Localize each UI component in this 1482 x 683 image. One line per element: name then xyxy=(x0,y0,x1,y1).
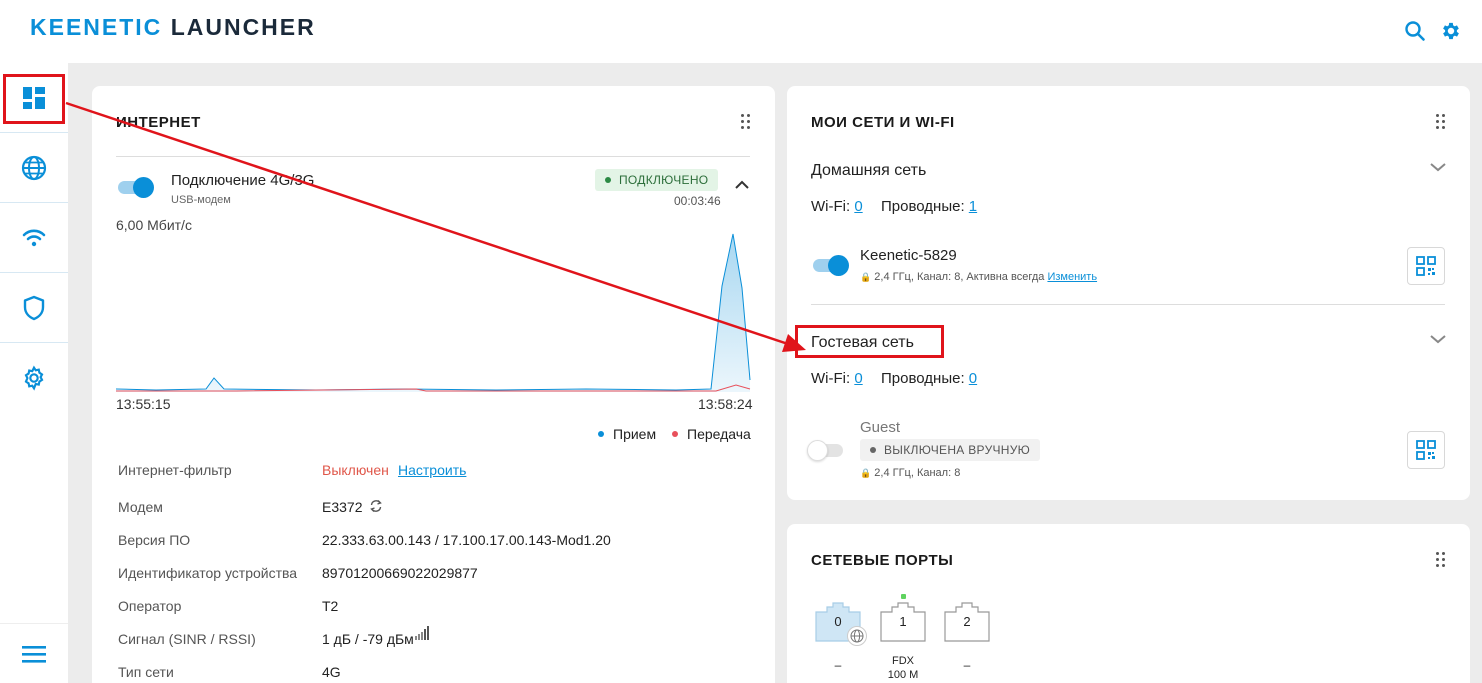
wifi-icon xyxy=(22,229,46,246)
info-row-label: Версия ПО xyxy=(118,532,191,548)
filter-label: Интернет-фильтр xyxy=(118,462,232,478)
sidebar-menu-toggle[interactable] xyxy=(0,623,68,683)
connection-name: Подключение 4G/3G xyxy=(171,172,315,189)
drag-handle-icon[interactable] xyxy=(1436,114,1446,130)
info-row-label: Идентификатор устройства xyxy=(118,565,298,581)
home-wired-count: Проводные: 1 xyxy=(881,198,978,215)
status-badge: ПОДКЛЮЧЕНО xyxy=(595,169,719,191)
annotation-box-guest-network xyxy=(795,325,944,358)
internet-card: ИНТЕРНЕТ Подключение 4G/3G USB-модем ПОД… xyxy=(92,86,775,683)
legend-tx: Передача xyxy=(672,426,751,442)
edit-wifi-link[interactable]: Изменить xyxy=(1047,271,1097,283)
qr-code-button[interactable] xyxy=(1407,431,1445,469)
home-wifi-count-link[interactable]: 0 xyxy=(854,198,862,215)
chart-time-start: 13:55:15 xyxy=(116,396,171,412)
guest-wired-count: Проводные: 0 xyxy=(881,370,978,387)
port-1-duplex: FDX xyxy=(892,655,914,667)
info-row-label: Сигнал (SINR / RSSI) xyxy=(118,631,256,647)
guest-wired-count-link[interactable]: 0 xyxy=(969,370,977,387)
home-network-name: Домашняя сеть xyxy=(811,162,927,179)
gear-icon xyxy=(24,365,44,391)
info-row-value: 4G xyxy=(322,664,341,680)
sidebar xyxy=(0,63,68,683)
connection-type: USB-модем xyxy=(171,194,231,206)
qr-code-button[interactable] xyxy=(1407,247,1445,285)
info-row-value: E3372 xyxy=(322,499,363,515)
shield-icon xyxy=(23,295,45,320)
home-ssid: Keenetic-5829 xyxy=(860,247,957,264)
guest-status-badge: ВЫКЛЮЧЕНА ВРУЧНУЮ xyxy=(860,439,1041,461)
top-bar: KEENETIC LAUNCHER xyxy=(0,0,1482,63)
sidebar-item-settings[interactable] xyxy=(0,343,68,413)
guest-wifi-toggle[interactable] xyxy=(807,439,845,461)
port-2-status: – xyxy=(963,658,971,672)
port-link-indicator xyxy=(901,594,906,599)
globe-icon xyxy=(21,155,47,180)
guest-ssid: Guest xyxy=(860,419,901,436)
traffic-chart xyxy=(116,233,751,392)
info-row-label: Модем xyxy=(118,499,163,515)
info-row-value: 1 дБ / -79 дБм xyxy=(322,631,414,647)
rx-area xyxy=(116,236,750,392)
drag-handle-icon[interactable] xyxy=(1436,552,1446,568)
signal-bars-icon xyxy=(415,626,431,645)
divider xyxy=(811,304,1445,305)
chart-time-end: 13:58:24 xyxy=(698,396,753,412)
networks-card-title: МОИ СЕТИ И WI-FI xyxy=(811,114,955,131)
settings-gear-icon[interactable] xyxy=(1438,18,1464,44)
qr-code-icon xyxy=(1416,440,1436,460)
networks-card: МОИ СЕТИ И WI-FI Домашняя сеть Wi-Fi: 0 … xyxy=(787,86,1470,500)
expand-chevron-down-icon[interactable] xyxy=(1429,160,1447,178)
port-1[interactable]: 1 xyxy=(880,602,926,642)
sidebar-item-internet[interactable] xyxy=(0,133,68,203)
guest-wifi-details: 🔒 2,4 ГГц, Канал: 8 xyxy=(860,467,961,479)
guest-wifi-count: Wi-Fi: 0 xyxy=(811,370,863,387)
sidebar-item-wifi[interactable] xyxy=(0,203,68,273)
port-1-speed: 100 M xyxy=(887,669,919,681)
info-row-value: T2 xyxy=(322,598,339,614)
app-logo[interactable]: KEENETIC LAUNCHER xyxy=(30,14,316,41)
home-wifi-count: Wi-Fi: 0 xyxy=(811,198,863,215)
port-2[interactable]: 2 xyxy=(944,602,990,642)
annotation-box-dashboard xyxy=(3,74,65,124)
port-0[interactable]: 0 xyxy=(815,602,867,646)
legend-rx: Прием xyxy=(598,426,656,442)
guest-wifi-count-link[interactable]: 0 xyxy=(854,370,862,387)
connection-toggle[interactable] xyxy=(116,176,154,198)
sidebar-item-security[interactable] xyxy=(0,273,68,343)
home-wired-count-link[interactable]: 1 xyxy=(969,198,977,215)
port-0-status: – xyxy=(834,658,842,672)
info-row-value: 89701200669022029877 xyxy=(322,565,478,581)
collapse-chevron-up-icon[interactable] xyxy=(734,178,750,196)
ports-card-title: СЕТЕВЫЕ ПОРТЫ xyxy=(811,552,954,569)
drag-handle-icon[interactable] xyxy=(741,114,751,130)
lock-icon: 🔒 xyxy=(860,272,872,282)
menu-icon xyxy=(22,645,46,663)
rx-line xyxy=(116,233,751,391)
filter-value: Выключен xyxy=(322,462,389,478)
expand-chevron-down-icon[interactable] xyxy=(1429,332,1447,350)
search-icon[interactable] xyxy=(1402,18,1428,44)
filter-configure-link[interactable]: Настроить xyxy=(398,462,466,478)
home-wifi-details: 🔒 2,4 ГГц, Канал: 8, Активна всегда Изме… xyxy=(860,271,1098,283)
ports-card: СЕТЕВЫЕ ПОРТЫ 0 – 1 FDX 100 M 2 – xyxy=(787,524,1470,683)
info-row-value: 22.333.63.00.143 / 17.100.17.00.143-Mod1… xyxy=(322,532,611,548)
qr-code-icon xyxy=(1416,256,1436,276)
internet-card-title: ИНТЕРНЕТ xyxy=(116,114,201,131)
info-row-label: Тип сети xyxy=(118,664,174,680)
globe-icon xyxy=(847,626,867,646)
lock-icon: 🔒 xyxy=(860,468,872,478)
home-wifi-toggle[interactable] xyxy=(811,254,849,276)
uptime: 00:03:46 xyxy=(674,194,721,208)
divider xyxy=(116,156,750,157)
info-row-label: Оператор xyxy=(118,598,182,614)
refresh-icon[interactable] xyxy=(369,499,383,518)
